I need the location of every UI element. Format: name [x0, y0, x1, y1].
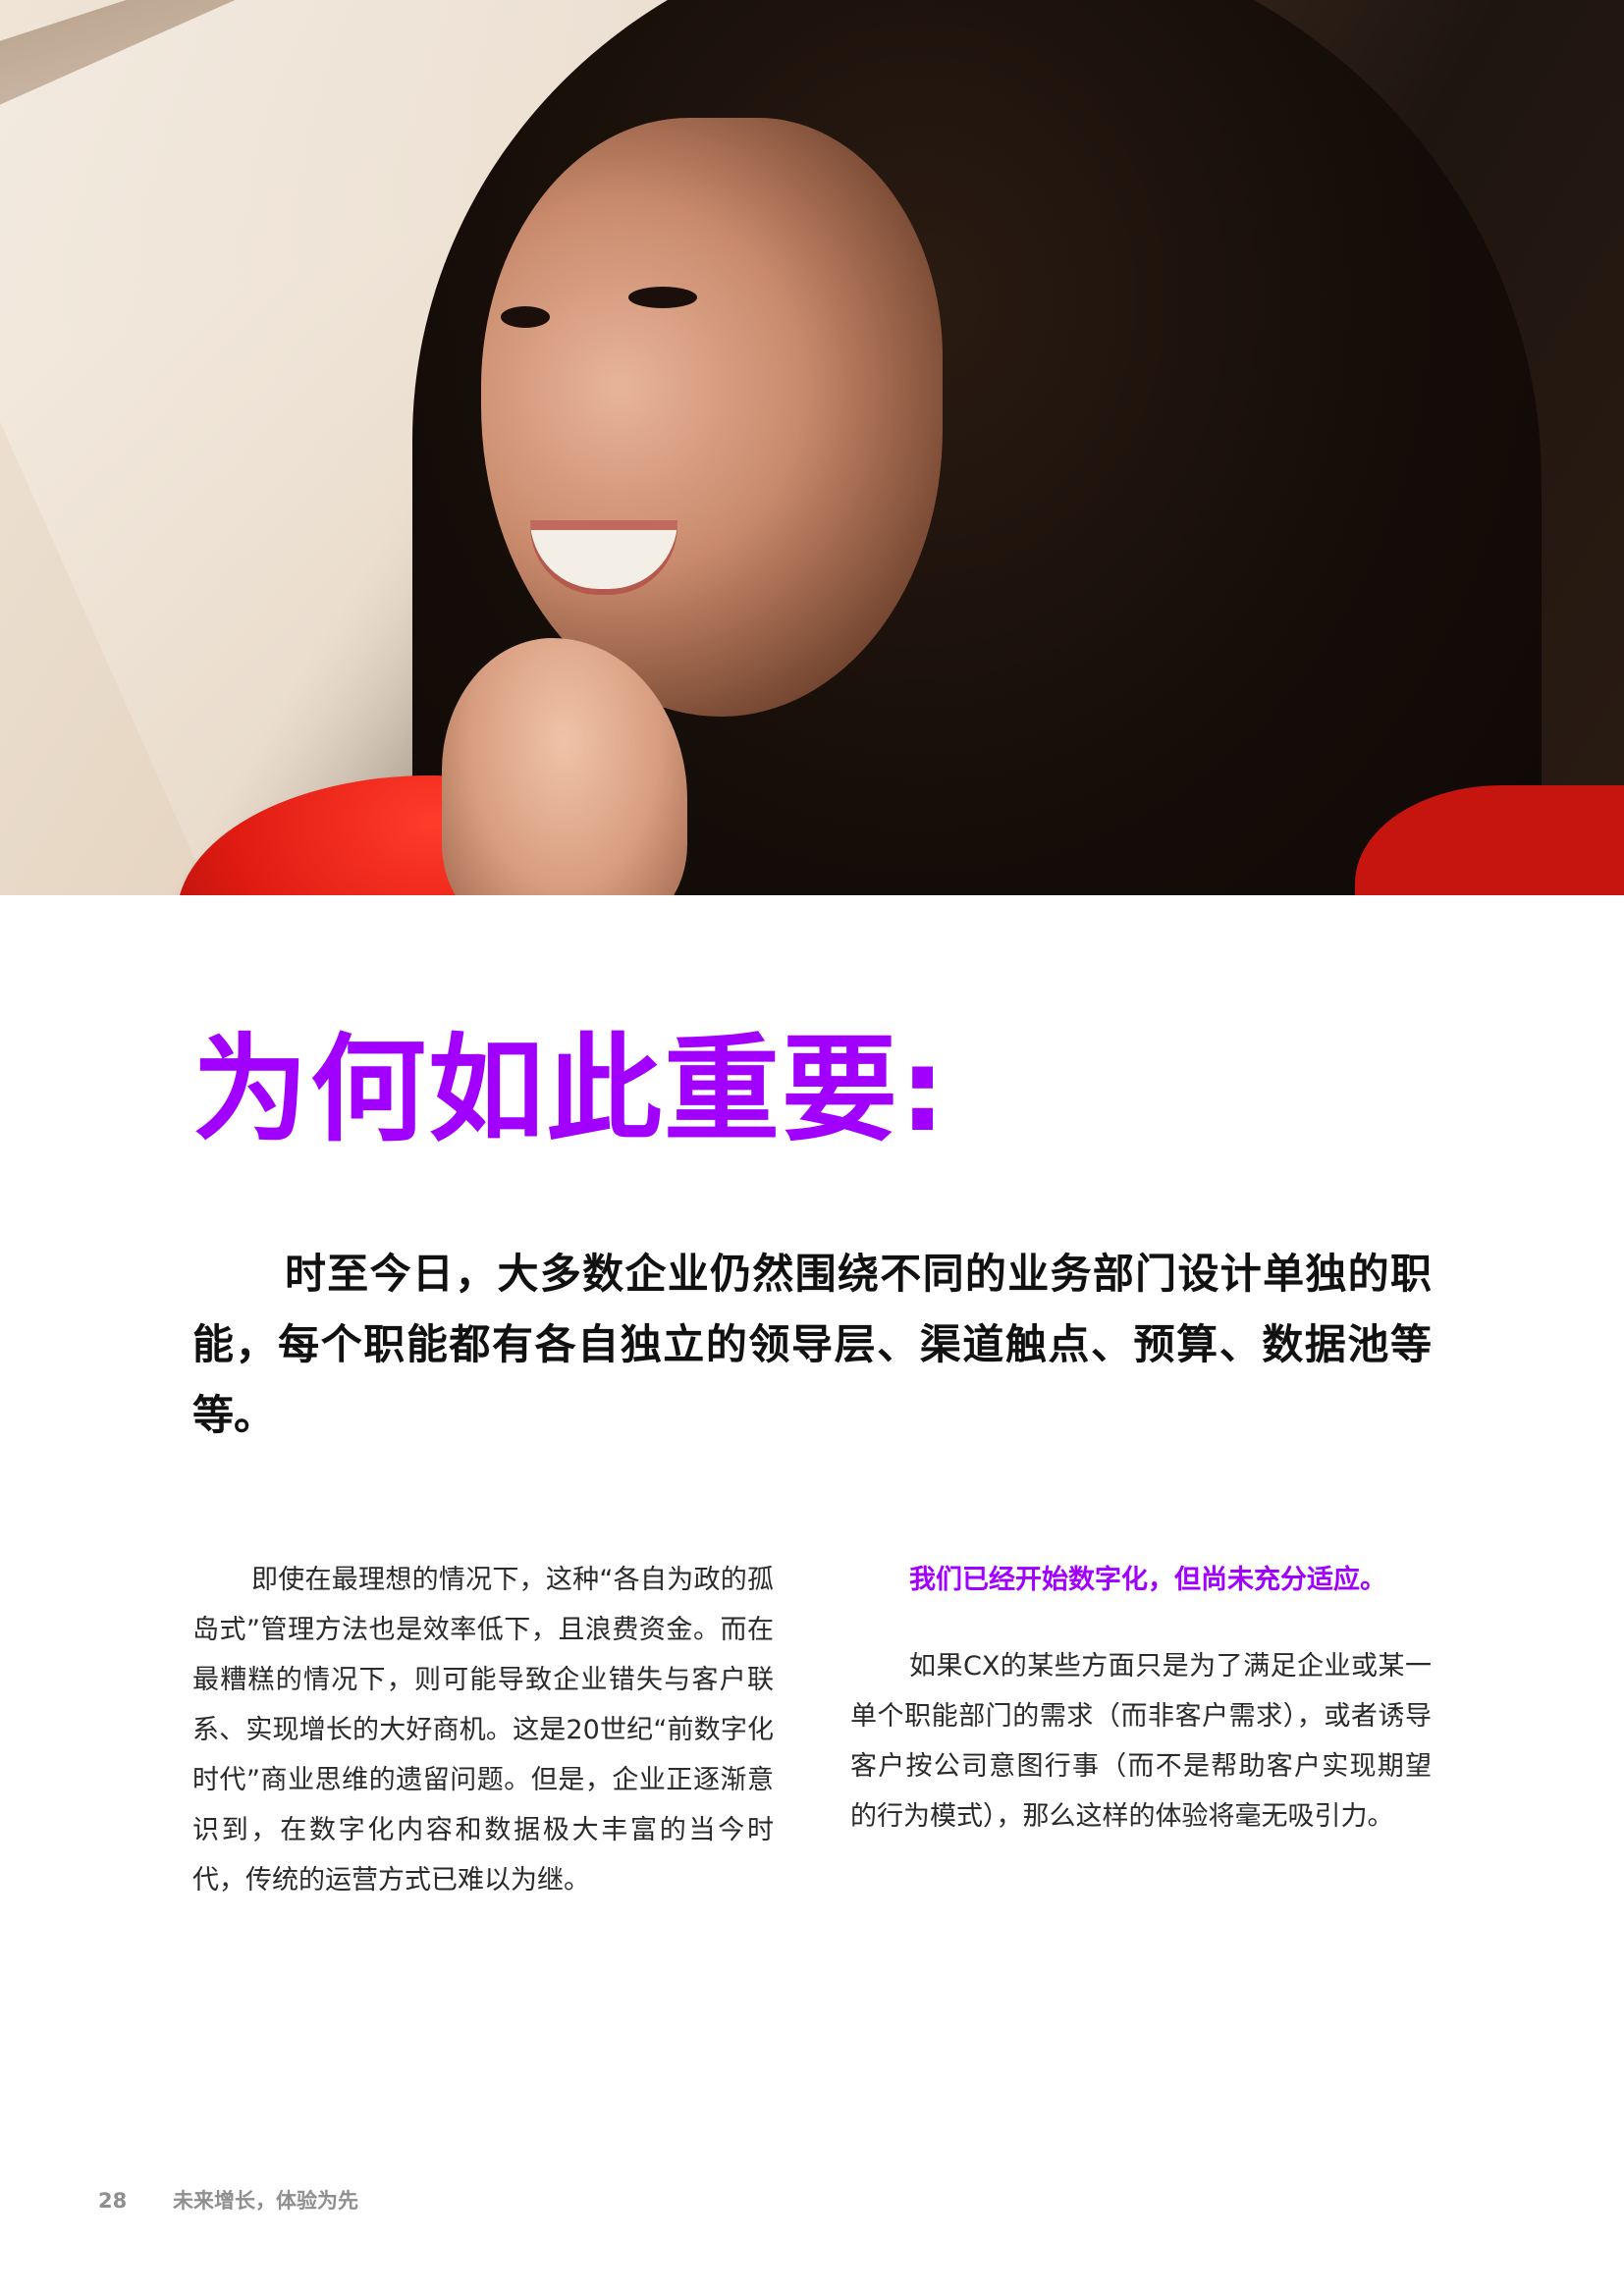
page-headline: 为何如此重要:	[192, 1022, 948, 1157]
page-number: 28	[98, 2189, 128, 2213]
hero-eye-left	[501, 306, 550, 328]
lead-paragraph: 时至今日，大多数企业仍然围绕不同的业务部门设计单独的职能，每个职能都有各自独立的…	[192, 1250, 1432, 1439]
footer-title: 未来增长，体验为先	[173, 2189, 358, 2213]
hero-eye-right	[628, 287, 697, 308]
right-column-paragraph: 如果CX的某些方面只是为了满足企业或某一单个职能部门的需求（而非客户需求），或者…	[850, 1651, 1432, 1832]
right-column-heading: 我们已经开始数字化，但尚未充分适应。	[909, 1565, 1386, 1595]
left-column-paragraph: 即使在最理想的情况下，这种“各自为政的孤岛式”管理方法也是效率低下，且浪费资金。…	[192, 1565, 774, 1896]
page-footer: 28 未来增长，体验为先	[98, 2185, 358, 2215]
hero-photo	[0, 0, 1624, 895]
